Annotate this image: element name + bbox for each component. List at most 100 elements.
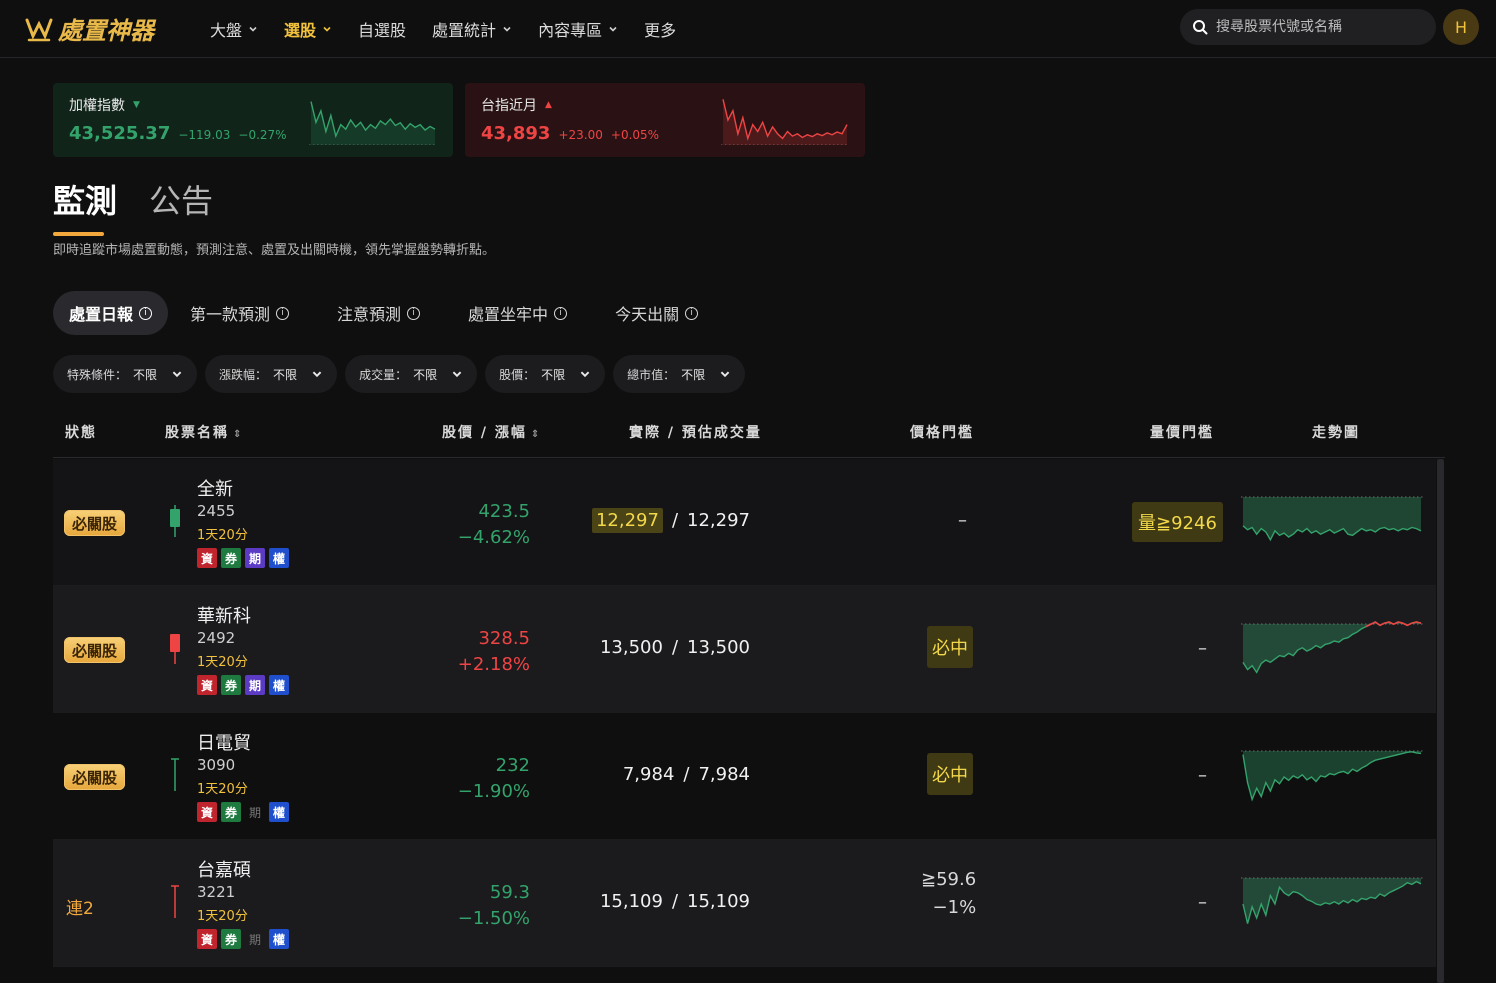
price-threshold-value: ≧59.6 — [921, 869, 977, 890]
filter-dropdown-1[interactable]: 漲跌幅： 不限 — [205, 355, 338, 393]
volume-actual: 12,297 — [591, 508, 663, 533]
volume-estimate: 12,297 — [687, 510, 750, 531]
table-scrollbar[interactable] — [1437, 459, 1444, 983]
scrollbar-thumb[interactable] — [1437, 459, 1444, 983]
price-threshold: ≧59.6 −1% — [921, 866, 976, 922]
price-cell: 59.3 −1.50% — [458, 880, 530, 932]
filter-value: 不限 — [413, 367, 438, 382]
sub-tab-0[interactable]: 處置日報 i — [53, 291, 169, 335]
trend-area — [311, 101, 435, 145]
filter-value: 不限 — [273, 367, 298, 382]
sub-tab-label: 注意預測 — [337, 305, 402, 324]
search-input[interactable] — [1216, 19, 1416, 35]
filter-dropdown-3[interactable]: 股價： 不限 — [485, 355, 606, 393]
sub-tab-label: 今天出關 — [615, 305, 680, 324]
price-threshold: 必中 — [927, 753, 973, 795]
trade-tag: 權 — [269, 548, 289, 568]
main-nav: 大盤 選股 自選股 處置統計 內容專區 更多 — [210, 17, 676, 41]
main-tabs: 監測 公告 — [53, 176, 213, 236]
nav-item-5[interactable]: 更多 — [644, 17, 676, 41]
chevron-down-icon — [249, 26, 257, 32]
search-box[interactable] — [1180, 9, 1436, 45]
disposal-duration: 1天20分 — [197, 782, 248, 797]
stock-name[interactable]: 日電貿 — [197, 729, 251, 755]
main-tab-1[interactable]: 公告 — [149, 176, 213, 234]
sub-tab-label: 第一款預測 — [190, 305, 271, 324]
table-row[interactable]: 連2 台嘉碩 3221 1天20分資券期權 59.3 −1.50% 15,109/15,10… — [53, 840, 1436, 967]
trade-tags: 資券期權 — [197, 802, 289, 822]
info-icon[interactable]: i — [685, 306, 699, 320]
sub-tab-4[interactable]: 今天出關 i — [599, 291, 714, 335]
stock-name[interactable]: 台嘉碩 — [197, 856, 251, 882]
nav-item-label: 處置統計 — [432, 20, 497, 40]
nav-item-0[interactable]: 大盤 — [210, 17, 258, 41]
nav-item-label: 自選股 — [358, 20, 407, 40]
top-bar: 處置神器 大盤 選股 自選股 處置統計 內容專區 更多 H — [0, 0, 1496, 58]
table-row[interactable]: 必關股 全新 2455 1天20分資券期權 423.5 −4.62% 12,297/12,2… — [53, 459, 1436, 586]
stock-change: −1.90% — [457, 781, 530, 802]
info-icon[interactable]: i — [139, 306, 153, 320]
trend-chart — [1241, 496, 1423, 542]
table-header: 狀態 股票名稱 ⇕ 股價 / 漲幅 ⇕ 實際 / 預估成交量 價格門檻 量價門檻 走… — [53, 404, 1445, 458]
candlestick-icon — [171, 885, 179, 918]
nav-item-4[interactable]: 內容專區 — [538, 17, 618, 41]
index-name: 台指近月 — [481, 98, 537, 114]
col-name[interactable]: 股票名稱 ⇕ — [165, 422, 243, 442]
sort-icon[interactable]: ⇕ — [233, 429, 243, 440]
stock-price: 328.5 — [478, 628, 530, 649]
trade-tag: 資 — [197, 802, 217, 822]
trend-area — [1243, 622, 1421, 673]
stock-name[interactable]: 全新 — [197, 475, 233, 501]
filter-label: 股價： — [499, 367, 536, 382]
trade-tags: 資券期權 — [197, 675, 289, 695]
filter-value: 不限 — [133, 367, 158, 382]
trade-tag: 期 — [248, 932, 261, 947]
stock-code: 3221 — [197, 883, 236, 901]
table-row[interactable]: 必關股 日電貿 3090 1天20分資券期權 232 −1.90% 7,984 / 7,984 必… — [53, 713, 1436, 840]
trend-chart — [1241, 750, 1423, 802]
stock-name[interactable]: 華新科 — [197, 602, 251, 628]
sort-icon[interactable]: ⇕ — [531, 429, 541, 440]
col-status: 狀態 — [65, 425, 97, 441]
info-icon[interactable]: i — [554, 306, 568, 320]
filter-value: 不限 — [681, 367, 706, 382]
trend-chart — [1241, 877, 1423, 924]
sub-tab-2[interactable]: 注意預測 i — [321, 291, 436, 335]
logo-mark-icon — [25, 18, 53, 41]
index-card-0[interactable]: 加權指數 ▼ 43,525.37 −119.03 −0.27% — [53, 83, 453, 157]
volume-separator: / — [683, 764, 690, 785]
price-threshold: 必中 — [927, 626, 973, 668]
info-icon[interactable]: i — [407, 306, 421, 320]
nav-item-3[interactable]: 處置統計 — [432, 17, 512, 41]
chevron-down-icon — [172, 371, 182, 378]
trend-chart — [1241, 621, 1423, 674]
sub-tab-3[interactable]: 處置坐牢中 i — [452, 291, 583, 335]
stock-table-body: 必關股 全新 2455 1天20分資券期權 423.5 −4.62% 12,297/12,2… — [53, 459, 1436, 967]
filter-dropdown-0[interactable]: 特殊條件： 不限 — [53, 355, 198, 393]
nav-item-label: 內容專區 — [538, 20, 603, 40]
chevron-down-icon — [312, 371, 322, 378]
col-price[interactable]: 股價 / 漲幅 ⇕ — [442, 422, 541, 442]
col-trend: 走勢圖 — [1312, 425, 1360, 441]
volume-estimate: 13,500 — [687, 637, 750, 658]
chevron-down-icon — [580, 371, 590, 378]
nav-item-2[interactable]: 自選股 — [358, 17, 406, 41]
user-avatar[interactable]: H — [1443, 9, 1479, 45]
chevron-down-icon — [503, 26, 511, 32]
filter-dropdown-4[interactable]: 總市值： 不限 — [613, 355, 746, 393]
brand-logo[interactable]: 處置神器 — [24, 11, 210, 46]
index-card-1[interactable]: 台指近月 ▲ 43,893 +23.00 +0.05% — [465, 83, 865, 157]
status-badge: 必關股 — [64, 510, 126, 536]
col-vol-threshold: 量價門檻 — [1150, 425, 1214, 441]
main-tab-0[interactable]: 監測 — [53, 176, 117, 236]
nav-item-1[interactable]: 選股 — [284, 17, 332, 41]
table-row[interactable]: 必關股 華新科 2492 1天20分資券期權 328.5 +2.18% 13,500/13,… — [53, 586, 1436, 713]
nav-item-label: 大盤 — [210, 20, 243, 40]
page-subtitle: 即時追蹤市場處置動態，預測注意、處置及出關時機，領先掌握盤勢轉折點。 — [53, 243, 496, 258]
volume-actual: 7,984 — [622, 764, 675, 785]
info-icon[interactable]: i — [276, 306, 290, 320]
filter-dropdown-2[interactable]: 成交量： 不限 — [345, 355, 478, 393]
index-name: 加權指數 — [69, 98, 125, 114]
sub-tab-1[interactable]: 第一款預測 i — [174, 291, 305, 335]
filter-label: 總市值： — [627, 367, 676, 382]
